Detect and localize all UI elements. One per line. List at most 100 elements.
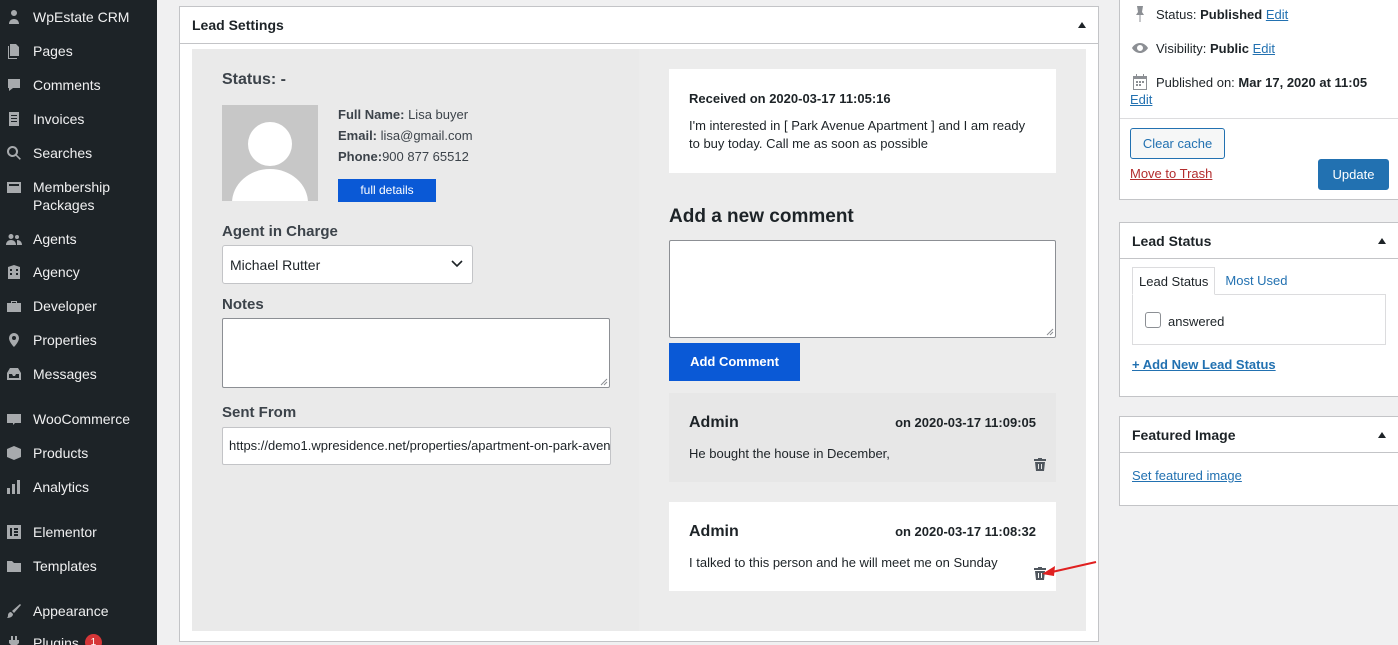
lead-info-panel: Status: - Full Name: Lisa buyer Email: l… xyxy=(192,49,639,631)
comment-date: on 2020-03-17 11:09:05 xyxy=(895,415,1036,430)
annotation-arrow-icon xyxy=(1042,561,1097,576)
sidebar-item-comments[interactable]: Comments xyxy=(0,76,157,94)
messages-icon xyxy=(6,366,22,382)
sidebar-item-products[interactable]: Products xyxy=(0,444,157,462)
lead-status-box: Lead Status Lead Status Most Used answer… xyxy=(1119,222,1398,397)
developer-icon xyxy=(6,298,22,314)
comment-item: Admin on 2020-03-17 11:08:32 I talked to… xyxy=(669,502,1056,591)
tab-lead-status[interactable]: Lead Status xyxy=(1132,267,1216,295)
pin-icon xyxy=(1130,4,1150,24)
lead-email: Email: lisa@gmail.com xyxy=(338,128,473,143)
set-featured-image-link[interactable]: Set featured image xyxy=(1132,468,1242,483)
clear-cache-button[interactable]: Clear cache xyxy=(1130,128,1225,159)
add-comment-button[interactable]: Add Comment xyxy=(669,343,800,381)
comments-icon xyxy=(6,77,22,93)
sidebar-item-invoices[interactable]: Invoices xyxy=(0,110,157,128)
update-button[interactable]: Update xyxy=(1318,159,1389,190)
received-message-card: Received on 2020-03-17 11:05:16 I'm inte… xyxy=(669,69,1056,173)
agent-in-charge-label: Agent in Charge xyxy=(222,223,338,240)
pages-icon xyxy=(6,43,22,59)
sidebar-item-woocommerce[interactable]: WooCommerce xyxy=(0,410,157,428)
comment-body: I talked to this person and he will meet… xyxy=(689,555,998,570)
sidebar-item-membership-packages[interactable]: Membership Packages xyxy=(0,178,157,214)
lead-settings-header: Lead Settings xyxy=(180,7,1098,44)
edit-publish-date-row: Edit xyxy=(1130,92,1152,107)
lead-status-header: Lead Status xyxy=(1120,223,1398,259)
sidebar-item-plugins[interactable]: Plugins 1 xyxy=(0,634,157,645)
collapse-arrow-icon[interactable] xyxy=(1078,22,1086,28)
comment-author: Admin xyxy=(689,523,739,540)
sidebar-item-agency[interactable]: Agency xyxy=(0,263,157,281)
agents-icon xyxy=(6,231,22,247)
publish-visibility-row: Visibility: Public Edit xyxy=(1130,38,1275,58)
lead-status-tabs: Lead Status Most Used xyxy=(1132,267,1294,295)
comment-item: Admin on 2020-03-17 11:09:05 He bought t… xyxy=(669,393,1056,482)
eye-icon xyxy=(1130,38,1150,58)
sidebar-item-elementor[interactable]: Elementor xyxy=(0,523,157,541)
resize-handle-icon xyxy=(600,378,608,386)
edit-visibility-link[interactable]: Edit xyxy=(1253,41,1275,56)
publish-status-row: Status: Published Edit xyxy=(1130,4,1288,24)
lead-settings-title: Lead Settings xyxy=(192,17,284,33)
full-details-button[interactable]: full details xyxy=(338,179,436,202)
plugins-update-badge: 1 xyxy=(84,634,102,645)
edit-publish-date-link[interactable]: Edit xyxy=(1130,92,1152,107)
tab-most-used[interactable]: Most Used xyxy=(1219,267,1293,295)
comment-textarea[interactable] xyxy=(669,240,1056,338)
lead-status-list: answered xyxy=(1132,294,1386,345)
collapse-arrow-icon[interactable] xyxy=(1378,237,1386,244)
trash-icon[interactable] xyxy=(1034,458,1046,471)
move-to-trash-link[interactable]: Move to Trash xyxy=(1130,166,1212,181)
answered-checkbox[interactable] xyxy=(1145,312,1161,328)
answered-label: answered xyxy=(1168,314,1225,329)
sidebar-item-searches[interactable]: Searches xyxy=(0,144,157,162)
notes-textarea[interactable] xyxy=(222,318,610,388)
elementor-icon xyxy=(6,524,22,540)
agent-in-charge-select[interactable]: Michael Rutter xyxy=(222,245,473,284)
searches-icon xyxy=(6,145,22,161)
sidebar-item-properties[interactable]: Properties xyxy=(0,331,157,349)
agent-selected-value: Michael Rutter xyxy=(230,256,321,273)
resize-handle-icon xyxy=(1046,328,1054,336)
sidebar-item-appearance[interactable]: Appearance xyxy=(0,602,157,620)
avatar xyxy=(222,105,318,201)
sidebar-item-messages[interactable]: Messages xyxy=(0,365,157,383)
sidebar-item-agents[interactable]: Agents xyxy=(0,230,157,248)
membership-icon xyxy=(6,179,22,195)
sidebar-item-templates[interactable]: Templates xyxy=(0,557,157,575)
woocommerce-icon xyxy=(6,411,22,427)
comment-date: on 2020-03-17 11:08:32 xyxy=(895,524,1036,539)
sidebar-item-pages[interactable]: Pages xyxy=(0,42,157,60)
sent-from-input[interactable]: https://demo1.wpresidence.net/properties… xyxy=(222,427,611,465)
publish-date-row: Published on: Mar 17, 2020 at 11:05 xyxy=(1130,72,1367,92)
publish-divider xyxy=(1120,118,1398,119)
received-date: Received on 2020-03-17 11:05:16 xyxy=(689,91,891,106)
lead-status-box-title: Lead Status xyxy=(1132,232,1212,249)
add-new-lead-status-link[interactable]: + Add New Lead Status xyxy=(1132,357,1276,372)
comment-author: Admin xyxy=(689,414,739,431)
add-comment-title: Add a new comment xyxy=(669,206,854,227)
featured-image-title: Featured Image xyxy=(1132,426,1236,443)
sidebar-item-developer[interactable]: Developer xyxy=(0,297,157,315)
lead-settings-box: Lead Settings Status: - Full Name: Lisa … xyxy=(179,6,1099,642)
featured-image-box: Featured Image Set featured image xyxy=(1119,416,1398,506)
user-placeholder-icon xyxy=(222,105,318,201)
edit-status-link[interactable]: Edit xyxy=(1266,7,1288,22)
lead-messages-panel: Received on 2020-03-17 11:05:16 I'm inte… xyxy=(639,49,1086,631)
featured-image-header: Featured Image xyxy=(1120,417,1398,453)
received-message-body: I'm interested in [ Park Avenue Apartmen… xyxy=(689,118,1026,151)
lead-status-title: Status: - xyxy=(222,71,286,88)
chevron-down-icon xyxy=(450,256,464,273)
sidebar-item-wpestate-crm[interactable]: WpEstate CRM xyxy=(0,8,157,26)
products-icon xyxy=(6,445,22,461)
appearance-icon xyxy=(6,603,22,619)
lead-phone: Phone:900 877 65512 xyxy=(338,149,469,164)
notes-label: Notes xyxy=(222,296,264,313)
publish-box: Status: Published Edit Visibility: Publi… xyxy=(1119,0,1398,200)
sidebar-item-analytics[interactable]: Analytics xyxy=(0,478,157,496)
properties-icon xyxy=(6,332,22,348)
calendar-icon xyxy=(1130,72,1150,92)
sent-from-label: Sent From xyxy=(222,404,297,421)
collapse-arrow-icon[interactable] xyxy=(1378,431,1386,438)
analytics-icon xyxy=(6,479,22,495)
